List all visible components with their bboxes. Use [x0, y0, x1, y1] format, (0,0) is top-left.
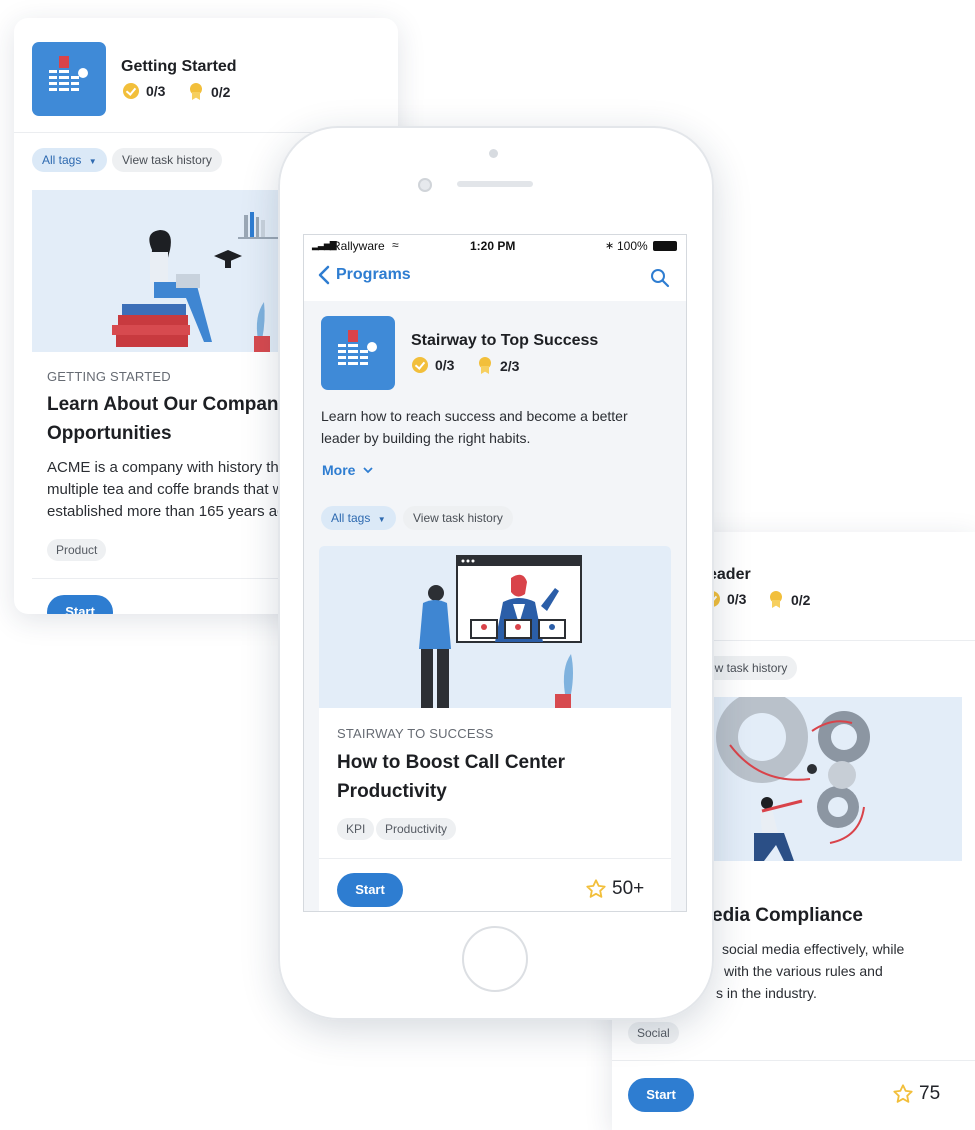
camera-dot	[489, 149, 498, 158]
course-illustration	[319, 546, 671, 708]
program-title: Stairway to Top Success	[411, 332, 599, 349]
chevron-left-icon	[318, 265, 330, 285]
program-title: Getting Started	[121, 58, 237, 75]
all-tags-dropdown[interactable]: All tags ▼	[321, 506, 396, 530]
start-button[interactable]: Start	[47, 595, 113, 614]
tag-social[interactable]: Social	[628, 1022, 679, 1044]
award-icon	[768, 591, 784, 608]
status-bar: ▂▃▅▇ Rallyware ≈ 1:20 PM ∗ 100%	[304, 235, 686, 255]
program-icon	[321, 316, 395, 390]
start-button[interactable]: Start	[337, 873, 403, 907]
home-button[interactable]	[462, 926, 528, 992]
awards-stat: 0/2	[768, 591, 810, 608]
program-title: eader	[708, 566, 751, 583]
course-title: How to Boost Call Center Productivity	[337, 752, 566, 802]
tag-product[interactable]: Product	[47, 539, 107, 561]
tag-productivity[interactable]: Productivity	[376, 818, 457, 840]
search-icon[interactable]	[650, 268, 670, 288]
chevron-down-icon	[363, 466, 374, 473]
course-description: social media effectively, while with the…	[716, 941, 905, 1001]
coins-stat: 0/3	[123, 83, 165, 99]
back-button[interactable]: Programs	[318, 265, 411, 285]
tag-kpi[interactable]: KPI	[337, 818, 375, 840]
award-icon	[188, 83, 204, 100]
award-icon	[477, 357, 493, 374]
course-card[interactable]: STAIRWAY TO SUCCESS How to Boost Call Ce…	[319, 546, 671, 911]
all-tags-dropdown[interactable]: All tags ▼	[32, 148, 107, 172]
program-description: Learn how to reach success and become a …	[321, 408, 628, 446]
front-camera	[418, 178, 432, 192]
divider	[612, 1060, 975, 1061]
view-task-history-button[interactable]: View task history	[112, 148, 222, 172]
start-button[interactable]: Start	[628, 1078, 694, 1112]
bluetooth-icon: ∗	[605, 240, 615, 252]
coins-stat: 0/3	[412, 357, 454, 373]
phone-screen: ▂▃▅▇ Rallyware ≈ 1:20 PM ∗ 100% Programs…	[303, 234, 687, 912]
more-toggle[interactable]: More	[322, 462, 374, 478]
caret-down-icon: ▼	[88, 157, 97, 166]
course-title: edia Compliance	[712, 905, 863, 926]
star-icon	[893, 1084, 913, 1103]
coin-check-icon	[123, 83, 139, 99]
divider	[319, 858, 671, 859]
battery-icon	[653, 241, 677, 251]
wifi-icon: ≈	[392, 238, 399, 252]
nav-bar: Programs	[304, 255, 686, 301]
view-task-history-button[interactable]: View task history	[403, 506, 513, 530]
awards-stat: 2/3	[477, 357, 519, 374]
awards-stat: 0/2	[188, 83, 230, 100]
clock: 1:20 PM	[470, 239, 516, 253]
points-badge: 75	[892, 1083, 940, 1105]
speaker-grille	[457, 181, 533, 187]
caret-down-icon: ▼	[377, 515, 386, 524]
star-icon	[586, 879, 606, 898]
battery-label: 100%	[617, 239, 648, 253]
program-icon	[32, 42, 106, 116]
carrier-label: Rallyware	[332, 239, 385, 253]
course-category: GETTING STARTED	[47, 369, 171, 384]
course-category: STAIRWAY TO SUCCESS	[337, 726, 494, 741]
coin-check-icon	[412, 357, 428, 373]
points-badge: 50+	[585, 878, 644, 900]
